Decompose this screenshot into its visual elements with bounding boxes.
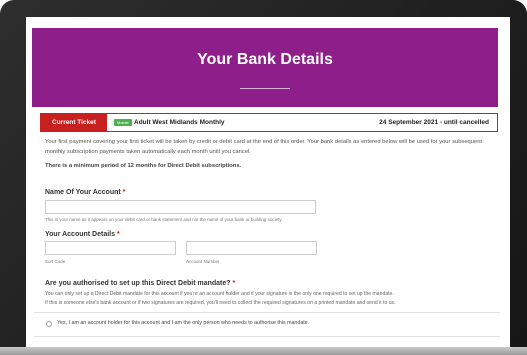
page-title: Your Bank Details: [197, 51, 333, 68]
required-marker: *: [122, 189, 126, 196]
required-marker: *: [116, 231, 120, 238]
intro-paragraph: Your first payment covering your first t…: [45, 139, 483, 155]
browser-screen: Your Bank Details Current Ticket Mobile …: [26, 17, 510, 347]
account-details-label: Your Account Details *: [45, 231, 120, 238]
sort-code-input[interactable]: [45, 241, 176, 255]
ticket-name: Adult West Midlands Monthly: [134, 119, 225, 126]
mobile-badge: Mobile: [114, 119, 132, 126]
minimum-period-notice: There is a minimum period of 12 months f…: [45, 163, 242, 169]
current-ticket-bar: Current Ticket Mobile Adult West Midland…: [40, 113, 498, 132]
page-header: Your Bank Details: [32, 28, 498, 107]
account-name-input[interactable]: [45, 200, 316, 214]
account-number-input[interactable]: [186, 241, 317, 255]
required-marker: *: [232, 280, 236, 287]
laptop-base: [0, 347, 527, 355]
mandate-line-1: You can only set up a Direct Debit manda…: [45, 291, 394, 297]
account-number-hint: Account Number: [186, 259, 220, 264]
divider: [34, 312, 500, 313]
ticket-date-range: 24 September 2021 - until cancelled: [379, 119, 489, 126]
sort-code-hint: Sort Code: [45, 259, 66, 264]
title-underline: [240, 88, 290, 89]
mandate-yes-label[interactable]: Yes, I am an account holder for this acc…: [57, 320, 309, 326]
mandate-yes-radio[interactable]: [46, 321, 52, 327]
current-ticket-tab: Current Ticket: [41, 114, 107, 131]
account-name-label-text: Name Of Your Account: [45, 189, 121, 196]
divider: [34, 336, 500, 337]
mandate-question: Are you authorised to set up this Direct…: [45, 280, 235, 287]
mandate-line-2: If this is someone else's bank account o…: [45, 299, 396, 306]
mandate-question-text: Are you authorised to set up this Direct…: [45, 280, 231, 287]
account-name-hint: This is your name as it appears on your …: [45, 217, 283, 222]
account-details-label-text: Your Account Details: [45, 231, 116, 238]
account-name-label: Name Of Your Account *: [45, 189, 125, 196]
mandate-explanation: You can only set up a Direct Debit manda…: [45, 290, 501, 307]
